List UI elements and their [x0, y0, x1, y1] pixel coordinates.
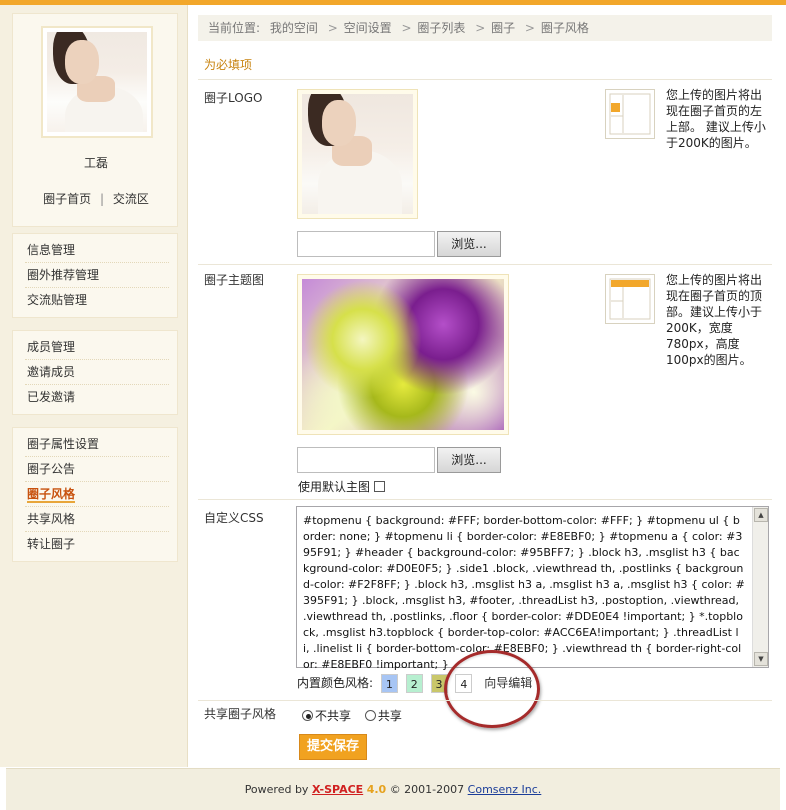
use-default-banner-checkbox[interactable] [374, 481, 386, 492]
logo-browse-button[interactable]: 浏览... [437, 231, 501, 257]
banner-position-icon [605, 274, 655, 324]
share-yes-label: 共享 [377, 709, 402, 723]
exchange-area-link[interactable]: 交流区 [113, 192, 149, 206]
share-no-label: 不共享 [315, 709, 352, 723]
breadcrumb-separator: > [327, 21, 338, 35]
scroll-up-icon[interactable]: ▲ [754, 508, 768, 522]
breadcrumb-item[interactable]: 圈子 [491, 21, 515, 35]
menu-group-members: 成员管理 邀请成员 已发邀请 [12, 330, 178, 415]
sidebar-item-invite-members[interactable]: 邀请成员 [13, 360, 177, 385]
style-swatch-1[interactable]: 1 [380, 674, 398, 693]
scroll-down-icon[interactable]: ▼ [754, 652, 768, 666]
submit-save-button[interactable]: 提交保存 [299, 734, 367, 760]
sidebar-item-posts-manage[interactable]: 交流贴管理 [13, 288, 177, 313]
avatar[interactable] [41, 26, 153, 138]
custom-css-label: 自定义CSS [204, 511, 264, 525]
banner-label: 圈子主题图 [204, 273, 265, 287]
menu-group-info: 信息管理 圈外推荐管理 交流贴管理 [12, 233, 178, 318]
breadcrumb-item[interactable]: 空间设置 [344, 21, 392, 35]
link-separator: | [99, 192, 105, 206]
breadcrumb-item[interactable]: 我的空间 [270, 21, 318, 35]
share-no-radio[interactable] [302, 710, 313, 721]
sidebar-item-shared-style[interactable]: 共享风格 [13, 507, 177, 532]
logo-image [302, 94, 413, 214]
breadcrumb-item-current: 圈子风格 [540, 21, 589, 35]
sidebar: 工磊 圈子首页 | 交流区 信息管理 圈外推荐管理 交流贴管理 成员管理 邀请成… [0, 5, 188, 767]
breadcrumb-separator: > [475, 21, 486, 35]
sidebar-item-sent-invites[interactable]: 已发邀请 [13, 385, 177, 410]
share-style-options: 不共享 共享 [302, 707, 412, 724]
sidebar-item-transfer-circle[interactable]: 转让圈子 [13, 532, 177, 557]
footer-product-link[interactable]: X-SPACE [312, 783, 363, 796]
sidebar-item-circle-notice[interactable]: 圈子公告 [13, 457, 177, 482]
profile-name: 工磊 [83, 156, 108, 170]
css-scrollbar[interactable]: ▲ ▼ [752, 507, 768, 667]
divider [198, 79, 772, 80]
sidebar-item-external-recommend[interactable]: 圈外推荐管理 [13, 263, 177, 288]
required-note: 为必填项 [204, 58, 253, 72]
banner-browse-button[interactable]: 浏览... [437, 447, 501, 473]
sidebar-item-label: 圈子风格 [27, 487, 76, 503]
use-default-banner-label: 使用默认主图 [298, 480, 371, 494]
breadcrumb-prefix: 当前位置: [208, 21, 261, 35]
banner-preview [297, 274, 509, 435]
share-yes-radio[interactable] [364, 710, 376, 721]
custom-css-content: #topmenu { background: #FFF; border-bott… [303, 514, 745, 671]
banner-description: 您上传的图片将出现在圈子首页的顶部。建议上传小于200K，宽度780px，高度1… [666, 273, 763, 367]
use-default-banner-row: 使用默认主图 [298, 478, 386, 495]
annotation-circle [444, 650, 540, 728]
footer-company-link[interactable]: Comsenz Inc. [468, 783, 542, 796]
style-swatch-2[interactable]: 2 [405, 674, 423, 693]
avatar-image [47, 32, 147, 132]
sidebar-item-info-manage[interactable]: 信息管理 [13, 238, 177, 263]
divider [198, 499, 772, 500]
breadcrumb-separator: > [524, 21, 535, 35]
logo-preview [297, 89, 418, 219]
banner-file-input[interactable] [297, 447, 435, 473]
logo-label: 圈子LOGO [204, 91, 263, 105]
footer: Powered by X-SPACE 4.0 © 2001-2007 Comse… [6, 768, 780, 810]
logo-position-icon [605, 89, 655, 139]
divider [198, 264, 772, 265]
breadcrumb: 当前位置: 我的空间 > 空间设置 > 圈子列表 > 圈子 > 圈子风格 [198, 15, 772, 41]
sidebar-item-circle-style[interactable]: 圈子风格 [13, 482, 177, 507]
share-style-label: 共享圈子风格 [204, 707, 277, 721]
breadcrumb-separator: > [401, 21, 412, 35]
logo-file-input[interactable] [297, 231, 435, 257]
sidebar-item-circle-attributes[interactable]: 圈子属性设置 [13, 432, 177, 457]
logo-description: 您上传的图片将出现在圈子首页的左上部。 建议上传小于200K的图片。 [666, 88, 766, 150]
banner-image [302, 279, 504, 430]
footer-copyright: © 2001-2007 [389, 783, 465, 796]
breadcrumb-item[interactable]: 圈子列表 [417, 21, 465, 35]
circle-home-link[interactable]: 圈子首页 [43, 192, 91, 206]
menu-group-settings: 圈子属性设置 圈子公告 圈子风格 共享风格 转让圈子 [12, 427, 178, 562]
custom-css-textarea[interactable]: #topmenu { background: #FFF; border-bott… [296, 506, 769, 671]
footer-powered-by: Powered by [244, 783, 309, 796]
profile-links: 圈子首页 | 交流区 [13, 190, 179, 207]
divider [198, 700, 772, 701]
sidebar-item-member-manage[interactable]: 成员管理 [13, 335, 177, 360]
footer-version: 4.0 [366, 783, 387, 796]
profile-box: 工磊 圈子首页 | 交流区 [12, 13, 178, 227]
builtin-styles-label: 内置颜色风格: [297, 676, 374, 690]
